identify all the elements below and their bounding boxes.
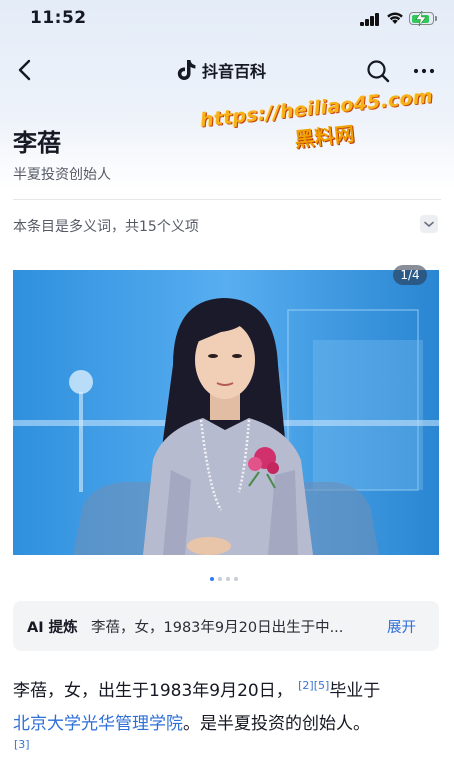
gallery-dot[interactable] xyxy=(218,577,222,581)
body-paragraph-line-2: 北京大学光华管理学院。是半夏投资的创始人。 xyxy=(13,709,370,734)
charging-bolt-icon xyxy=(415,11,427,26)
chevron-down-icon[interactable] xyxy=(420,215,438,233)
disambiguation-text: 本条目是多义词，共15个义项 xyxy=(13,219,199,235)
body-text: 李蓓，女，出生于1983年9月20日， xyxy=(13,681,293,701)
entry-title: 李蓓 xyxy=(13,129,61,157)
citation-2[interactable]: [2] xyxy=(298,679,314,692)
watermark: https://heiliao45.com 黑料网 xyxy=(196,85,440,163)
search-icon[interactable] xyxy=(364,57,392,85)
status-bar: 11:52 xyxy=(0,0,454,40)
expand-link[interactable]: 展开 xyxy=(387,616,416,637)
body-text: 。是半夏投资的创始人。 xyxy=(183,714,370,734)
divider xyxy=(13,199,441,200)
battery-cap xyxy=(435,16,437,21)
gallery-dot[interactable] xyxy=(226,577,230,581)
entry-subtitle: 半夏投资创始人 xyxy=(13,167,111,183)
status-time: 11:52 xyxy=(30,8,87,28)
university-link[interactable]: 北京大学光华管理学院 xyxy=(13,714,183,734)
gallery-dots xyxy=(210,577,238,581)
brand: 抖音百科 xyxy=(176,58,266,82)
gallery-dot[interactable] xyxy=(210,577,214,581)
gallery-counter: 1/4 xyxy=(393,265,427,285)
citation-5[interactable]: [5] xyxy=(314,679,330,692)
douyin-logo-icon xyxy=(177,60,196,80)
brand-name: 抖音百科 xyxy=(202,62,267,81)
portrait-image xyxy=(13,270,439,555)
entry-photo[interactable] xyxy=(13,270,439,555)
gallery-dot[interactable] xyxy=(234,577,238,581)
body-text: 毕业于 xyxy=(329,681,381,701)
ai-summary-box[interactable]: AI 提炼 李蓓，女，1983年9月20日出生于中... 展开 xyxy=(13,601,439,651)
wifi-icon xyxy=(387,12,403,24)
ai-summary-label: AI 提炼 xyxy=(27,620,78,636)
citation-3[interactable]: [3] xyxy=(14,738,30,751)
body-paragraph-line-1: 李蓓，女，出生于1983年9月20日， [2][5]毕业于 xyxy=(13,676,380,701)
more-icon[interactable] xyxy=(410,57,438,85)
nav-bar: 抖音百科 xyxy=(0,48,454,92)
disambiguation-row[interactable]: 本条目是多义词，共15个义项 xyxy=(0,206,454,242)
back-icon[interactable] xyxy=(12,56,40,84)
signal-icon xyxy=(360,13,380,26)
ai-summary-text: 李蓓，女，1983年9月20日出生于中... xyxy=(91,620,344,636)
